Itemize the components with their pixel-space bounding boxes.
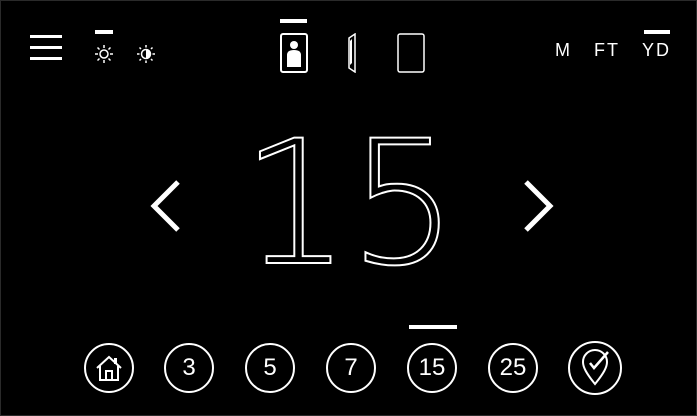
contrast-icon: [137, 45, 155, 63]
next-distance-button[interactable]: [522, 176, 554, 241]
custom-location-button[interactable]: [568, 341, 622, 395]
edge-on-target-icon: [348, 33, 356, 73]
silhouette-target-button[interactable]: [280, 33, 308, 73]
edge-on-target-button[interactable]: [346, 33, 358, 73]
unit-meters-button[interactable]: M: [555, 40, 572, 61]
distance-value-display: 15: [240, 103, 459, 304]
preset-button-25[interactable]: 25: [488, 343, 538, 393]
preset-button-5[interactable]: 5: [245, 343, 295, 393]
blank-target-icon: [397, 33, 425, 73]
unit-feet-button[interactable]: FT: [594, 40, 620, 61]
blank-target-button[interactable]: [397, 33, 425, 73]
silhouette-target-icon: [280, 33, 308, 73]
preset-button-15[interactable]: 15: [407, 343, 457, 393]
brightness-selected-indicator: [95, 30, 113, 34]
chevron-right-icon: [524, 180, 554, 232]
home-button[interactable]: [84, 343, 134, 393]
target-mode-selected-indicator: [280, 19, 307, 23]
map-pin-check-icon: [581, 349, 609, 386]
units-selected-indicator: [644, 30, 670, 34]
brightness-high-icon: [95, 45, 113, 63]
menu-button[interactable]: [30, 35, 62, 63]
preset-button-7[interactable]: 7: [326, 343, 376, 393]
contrast-button[interactable]: [136, 44, 156, 64]
unit-yards-button[interactable]: YD: [642, 40, 671, 61]
preset-button-3[interactable]: 3: [164, 343, 214, 393]
home-icon: [96, 355, 122, 381]
preset-selected-indicator: [409, 325, 457, 329]
brightness-high-button[interactable]: [94, 44, 114, 64]
hamburger-menu-icon: [30, 35, 62, 38]
